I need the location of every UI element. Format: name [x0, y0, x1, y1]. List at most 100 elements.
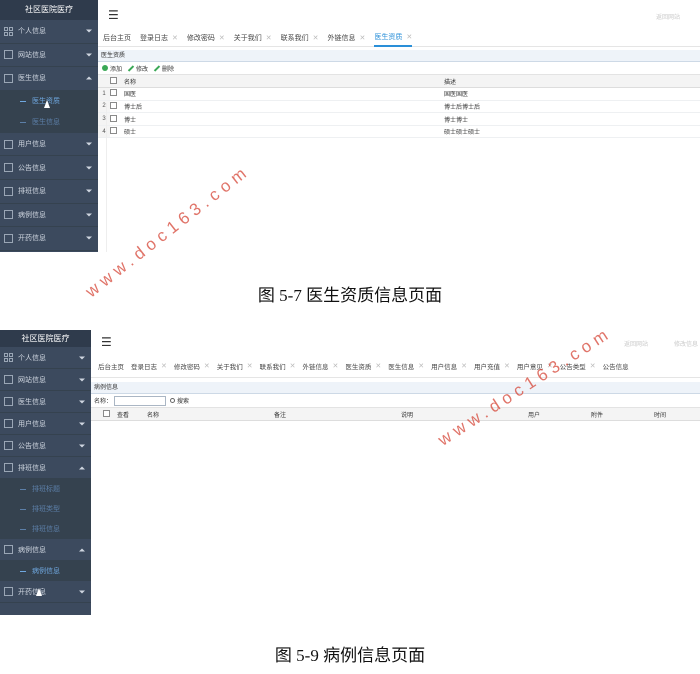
chevron-up-icon	[86, 76, 92, 80]
panel-title: 医生资质	[98, 50, 700, 62]
search-label: 名称：	[94, 399, 113, 405]
tab-links[interactable]: 外链信息 ✕	[303, 357, 339, 374]
add-button[interactable]: 添加	[102, 64, 122, 73]
tab-links[interactable]: 外链信息 ✕	[328, 30, 366, 47]
sidebar-subitem-doctor-info[interactable]: 医生信息	[0, 111, 98, 133]
sidebar-item-site[interactable]: 网站信息	[0, 369, 91, 391]
select-all-checkbox[interactable]	[110, 75, 124, 89]
mouse-cursor-icon	[36, 588, 42, 596]
sidebar-subitem-doctor-qualification[interactable]: 医生资质	[0, 90, 98, 112]
close-icon[interactable]: ✕	[219, 34, 225, 42]
table-row[interactable]: 3 博士 博士博士	[98, 112, 700, 126]
sidebar-item-personal[interactable]: 个人信息	[0, 20, 98, 44]
close-icon[interactable]: ✕	[204, 362, 210, 370]
sidebar-subitem-schedule-type[interactable]: 排班类型	[0, 499, 91, 519]
row-checkbox[interactable]	[110, 100, 124, 114]
back-to-site-link[interactable]: 返回网站	[624, 339, 648, 348]
close-icon[interactable]: ✕	[290, 362, 296, 370]
tab-label: 关于我们	[216, 363, 243, 371]
sidebar-item-site[interactable]: 网站信息	[0, 44, 98, 68]
tab-change-password[interactable]: 修改密码 ✕	[187, 30, 225, 47]
search-bar: 名称： 搜索	[91, 394, 700, 408]
column-header-description[interactable]: 描述	[444, 75, 700, 89]
list-icon	[4, 397, 13, 406]
sidebar-item-label: 排班信息	[18, 464, 46, 472]
close-icon[interactable]: ✕	[406, 33, 412, 41]
tab-about[interactable]: 关于我们 ✕	[217, 357, 253, 374]
sidebar-item-schedule[interactable]: 排班信息	[0, 457, 91, 479]
menu-icon[interactable]: ☰	[101, 335, 112, 349]
tab-contact[interactable]: 联系我们 ✕	[281, 30, 319, 47]
close-icon[interactable]: ✕	[504, 362, 510, 370]
close-icon[interactable]: ✕	[360, 34, 366, 42]
sidebar-item-cases[interactable]: 病例信息	[0, 539, 91, 561]
edit-profile-link[interactable]: 修改信息	[674, 339, 698, 348]
sidebar-subitem-cases-info[interactable]: 病例信息	[0, 561, 91, 581]
table-row[interactable]: 1 国医 国医国医	[98, 87, 700, 101]
tab-home[interactable]: 后台主页	[103, 30, 131, 47]
select-all-checkbox[interactable]	[103, 408, 117, 422]
close-icon[interactable]: ✕	[172, 34, 178, 42]
table-row[interactable]: 4 硕士 硕士硕士硕士	[98, 125, 700, 139]
cell-description: 博士博士	[444, 112, 700, 126]
close-icon[interactable]: ✕	[161, 362, 167, 370]
tab-change-password[interactable]: 修改密码 ✕	[174, 357, 210, 374]
sidebar-item-user[interactable]: 用户信息	[0, 413, 91, 435]
sidebar-item-prescribe[interactable]: 开药信息	[0, 227, 98, 251]
column-header-view[interactable]: 查看	[117, 408, 147, 422]
close-icon[interactable]: ✕	[590, 362, 596, 370]
column-header-attachment[interactable]: 附件	[591, 408, 654, 422]
row-checkbox[interactable]	[110, 125, 124, 139]
chevron-down-icon	[79, 356, 85, 359]
close-icon[interactable]: ✕	[333, 362, 339, 370]
sidebar-item-personal[interactable]: 个人信息	[0, 347, 91, 369]
list-icon	[4, 441, 13, 450]
row-checkbox[interactable]	[110, 87, 124, 101]
sidebar-item-doctor[interactable]: 医生信息	[0, 391, 91, 413]
tab-contact[interactable]: 联系我们 ✕	[260, 357, 296, 374]
sidebar-subitem-schedule-info[interactable]: 排班信息	[0, 519, 91, 539]
menu-icon[interactable]: ☰	[108, 8, 119, 22]
close-icon[interactable]: ✕	[266, 34, 272, 42]
close-icon[interactable]: ✕	[313, 34, 319, 42]
sidebar-subitem-schedule-title[interactable]: 排班标题	[0, 479, 91, 499]
column-header-remark[interactable]: 备注	[274, 408, 401, 422]
tab-about[interactable]: 关于我们 ✕	[234, 30, 272, 47]
sidebar-item-schedule[interactable]: 排班信息	[0, 180, 98, 204]
close-icon[interactable]: ✕	[461, 362, 467, 370]
tab-notice-info[interactable]: 公告信息	[603, 357, 629, 374]
close-icon[interactable]: ✕	[247, 362, 253, 370]
sidebar-item-cases[interactable]: 病例信息	[0, 204, 98, 228]
tab-user-info[interactable]: 用户信息 ✕	[431, 357, 467, 374]
search-button[interactable]: 搜索	[170, 396, 189, 405]
close-icon[interactable]: ✕	[418, 362, 424, 370]
tab-doctor-qualification[interactable]: 医生资质 ✕	[374, 30, 413, 47]
delete-button[interactable]: 删除	[153, 64, 174, 73]
table-row[interactable]: 2 博士后 博士后博士后	[98, 100, 700, 114]
sidebar-item-notice[interactable]: 公告信息	[0, 156, 98, 180]
search-input[interactable]	[114, 395, 167, 406]
tab-login-log[interactable]: 登录日志 ✕	[140, 30, 178, 47]
row-checkbox[interactable]	[110, 112, 124, 126]
column-header-name[interactable]: 名称	[124, 75, 444, 89]
tab-user-recharge[interactable]: 用户充值 ✕	[474, 357, 510, 374]
back-to-site-link[interactable]: 返回网站	[656, 12, 680, 21]
tab-login-log[interactable]: 登录日志 ✕	[131, 357, 167, 374]
sidebar-item-prescribe[interactable]: 开药信息	[0, 581, 91, 603]
list-icon	[4, 419, 13, 428]
sidebar-item-doctor[interactable]: 医生信息	[0, 67, 98, 91]
sidebar-item-user[interactable]: 用户信息	[0, 133, 98, 157]
tab-doctor-qualification[interactable]: 医生资质 ✕	[345, 357, 381, 374]
tab-bar: 后台主页 登录日志 ✕ 修改密码 ✕ 关于我们 ✕ 联系我们 ✕ 外链信息 ✕ 医生资质 ✕	[98, 30, 700, 47]
close-icon[interactable]: ✕	[375, 362, 381, 370]
edit-button[interactable]: 修改	[127, 64, 148, 73]
tab-doctor-info[interactable]: 医生信息 ✕	[388, 357, 424, 374]
figure-2-screenshot: 社区医院医疗 个人信息 网站信息 医生信息 用户信息 公告信息 排班信息 排班标…	[0, 330, 700, 615]
panel-title: 病例信息	[91, 382, 700, 394]
column-header-name[interactable]: 名称	[147, 408, 274, 422]
tab-home[interactable]: 后台主页	[98, 357, 124, 374]
sidebar-item-notice[interactable]: 公告信息	[0, 435, 91, 457]
tab-label: 外链信息	[302, 363, 329, 371]
column-header-time[interactable]: 时间	[654, 408, 700, 422]
column-header-user[interactable]: 用户	[528, 408, 591, 422]
